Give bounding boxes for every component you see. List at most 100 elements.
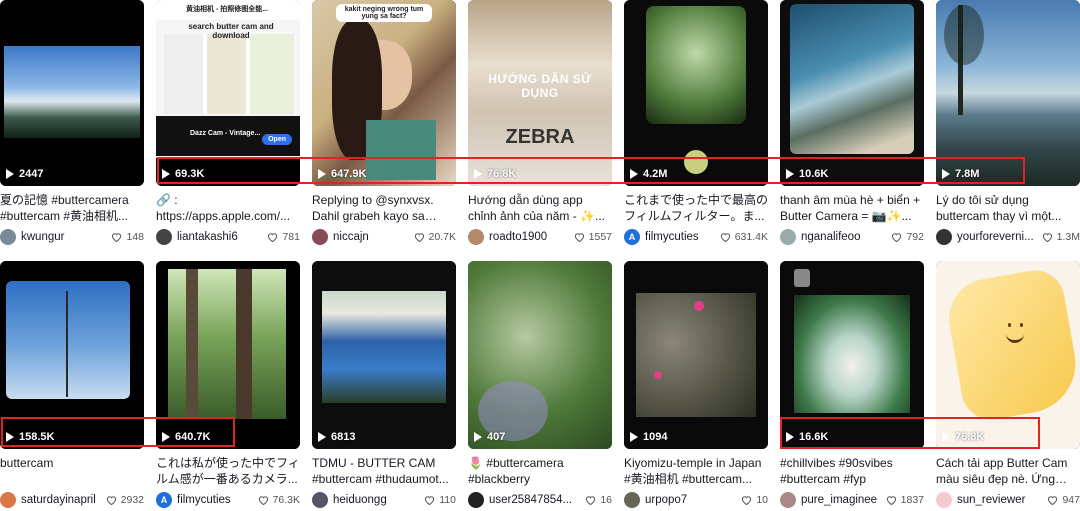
view-count: 2447 (6, 168, 43, 180)
heart-icon (268, 233, 278, 242)
video-thumbnail[interactable]: 7.8M (936, 0, 1080, 186)
heart-icon (586, 496, 596, 505)
avatar[interactable] (312, 492, 328, 508)
video-card[interactable]: 4.2M これまで使った中で最高のフィルムフィルター。ま... Afilmycuti… (624, 0, 768, 246)
video-thumbnail[interactable]: 407 (468, 261, 612, 449)
avatar[interactable] (780, 229, 796, 245)
like-count-value: 110 (439, 494, 456, 506)
video-caption[interactable]: TDMU - BUTTER CAM #buttercam #thudaumot.… (312, 455, 456, 487)
like-count-value: 1.3M (1056, 231, 1080, 243)
video-thumbnail[interactable]: 16.6K (780, 261, 924, 449)
play-icon (474, 169, 482, 179)
video-caption[interactable]: これは私が使った中でフィルム感が一番あるカメラ... (156, 455, 300, 487)
video-card[interactable]: 69.3K 黄油相机 - 拍照修图全能... search butter cam a… (156, 0, 300, 246)
overlay-bubble: kakit neging wrong tum yung sa fact? (336, 4, 432, 22)
video-card[interactable]: 76.8K HƯỚNG DẪN SỬ DỤNG ZEBRA Hướng dẫn dùn… (468, 0, 612, 246)
username[interactable]: nganalifeoo (801, 231, 891, 243)
username[interactable]: sun_reviewer (957, 494, 1047, 506)
video-caption[interactable]: thanh âm mùa hè + biển + Butter Camera =… (780, 192, 924, 224)
username[interactable]: kwungur (21, 231, 111, 243)
play-icon (474, 432, 482, 442)
avatar[interactable]: A (156, 492, 172, 508)
username[interactable]: roadto1900 (489, 231, 574, 243)
video-caption[interactable]: Cách tải app Butter Cam màu siêu đẹp nè.… (936, 455, 1080, 487)
video-caption[interactable]: Replying to @synxvsx. Dahil grabeh kayo … (312, 192, 456, 224)
video-thumbnail[interactable]: 69.3K 黄油相机 - 拍照修图全能... search butter cam a… (156, 0, 300, 186)
avatar[interactable] (156, 229, 172, 245)
video-card[interactable]: 7.8M Lý do tôi sử dụng buttercam thay vì … (936, 0, 1080, 246)
view-count-value: 10.6K (799, 168, 829, 180)
video-caption[interactable]: buttercam (0, 455, 144, 487)
video-card[interactable]: 2447 夏の記憶 #buttercamera #buttercam #黄油相机.… (0, 0, 144, 246)
username[interactable]: filmycuties (177, 494, 258, 506)
like-count: 20.7K (414, 231, 456, 243)
video-caption[interactable]: Kiyomizu-temple in Japan #黄油相机 #butterca… (624, 455, 768, 487)
video-thumbnail[interactable]: 6813 (312, 261, 456, 449)
like-count-value: 947 (1062, 494, 1080, 506)
video-caption[interactable]: 🌷 #buttercamera #blackberry (468, 455, 612, 487)
video-card[interactable]: 16.6K #chillvibes #90svibes #buttercam #f… (780, 261, 924, 509)
video-grid: 2447 夏の記憶 #buttercamera #buttercam #黄油相机.… (0, 0, 1080, 511)
video-thumbnail[interactable]: 76.8K (936, 261, 1080, 449)
username[interactable]: heiduongg (333, 494, 424, 506)
play-icon (318, 169, 326, 179)
video-thumbnail[interactable]: 647.9K kakit neging wrong tum yung sa fac… (312, 0, 456, 186)
avatar[interactable] (936, 229, 952, 245)
video-caption[interactable]: これまで使った中で最高のフィルムフィルター。ま... (624, 192, 768, 224)
username[interactable]: niccajn (333, 231, 414, 243)
video-card[interactable]: 407 🌷 #buttercamera #blackberry user258478… (468, 261, 612, 509)
play-icon (6, 169, 14, 179)
view-count-value: 6813 (331, 431, 356, 443)
avatar[interactable] (624, 492, 640, 508)
video-card[interactable]: 158.5K buttercam saturdayinapril 2932 (0, 261, 144, 509)
video-card[interactable]: 6813 TDMU - BUTTER CAM #buttercam #thudau… (312, 261, 456, 509)
view-count-value: 158.5K (19, 431, 55, 443)
view-count-value: 1094 (643, 431, 668, 443)
avatar[interactable] (936, 492, 952, 508)
video-card[interactable]: 647.9K kakit neging wrong tum yung sa fac… (312, 0, 456, 246)
video-card[interactable]: 76.8K Cách tải app Butter Cam màu siêu đẹ… (936, 261, 1080, 509)
video-card[interactable]: 1094 Kiyomizu-temple in Japan #黄油相机 #butt… (624, 261, 768, 509)
avatar[interactable]: A (624, 229, 640, 245)
username[interactable]: pure_imaginee (801, 494, 886, 506)
like-count: 16 (585, 494, 612, 506)
video-thumbnail[interactable]: 2447 (0, 0, 144, 186)
video-thumbnail[interactable]: 640.7K (156, 261, 300, 449)
avatar[interactable] (780, 492, 796, 508)
username[interactable]: saturdayinapril (21, 494, 106, 506)
view-count-value: 76.8K (487, 168, 517, 180)
like-count-value: 148 (126, 231, 144, 243)
video-caption[interactable]: Lý do tôi sử dụng buttercam thay vì một.… (936, 192, 1080, 224)
video-thumbnail[interactable]: 158.5K (0, 261, 144, 449)
overlay-store-title: 黄油相机 - 拍照修图全能... (186, 6, 269, 13)
avatar[interactable] (312, 229, 328, 245)
view-count: 647.9K (318, 168, 366, 180)
username[interactable]: filmycuties (645, 231, 720, 243)
video-thumbnail[interactable]: 76.8K HƯỚNG DẪN SỬ DỤNG ZEBRA (468, 0, 612, 186)
video-card[interactable]: 10.6K thanh âm mùa hè + biển + Butter Cam… (780, 0, 924, 246)
video-caption[interactable]: 🔗 : https://apps.apple.com/... (156, 192, 300, 224)
avatar[interactable] (0, 229, 16, 245)
video-card[interactable]: 640.7K これは私が使った中でフィルム感が一番あるカメラ... Afilmycu… (156, 261, 300, 509)
like-count-value: 1557 (588, 231, 612, 243)
view-count: 16.6K (786, 431, 828, 443)
avatar[interactable] (468, 229, 484, 245)
video-caption[interactable]: Hướng dẫn dùng app chỉnh ảnh của năm - ✨… (468, 192, 612, 224)
heart-icon (886, 496, 896, 505)
username[interactable]: yourforeverni... (957, 231, 1042, 243)
video-thumbnail[interactable]: 10.6K (780, 0, 924, 186)
video-thumbnail[interactable]: 4.2M (624, 0, 768, 186)
video-caption[interactable]: 夏の記憶 #buttercamera #buttercam #黄油相机... (0, 192, 144, 224)
username[interactable]: user25847854... (489, 494, 585, 506)
video-caption[interactable]: #chillvibes #90svibes #buttercam #fyp (780, 455, 924, 487)
heart-icon (425, 496, 435, 505)
avatar[interactable] (0, 492, 16, 508)
avatar[interactable] (468, 492, 484, 508)
view-count: 7.8M (942, 168, 979, 180)
video-thumbnail[interactable]: 1094 (624, 261, 768, 449)
like-count: 10 (741, 494, 768, 506)
view-count: 76.8K (942, 431, 984, 443)
username[interactable]: urpopo7 (645, 494, 741, 506)
username[interactable]: liantakashi6 (177, 231, 267, 243)
like-count: 76.3K (258, 494, 300, 506)
